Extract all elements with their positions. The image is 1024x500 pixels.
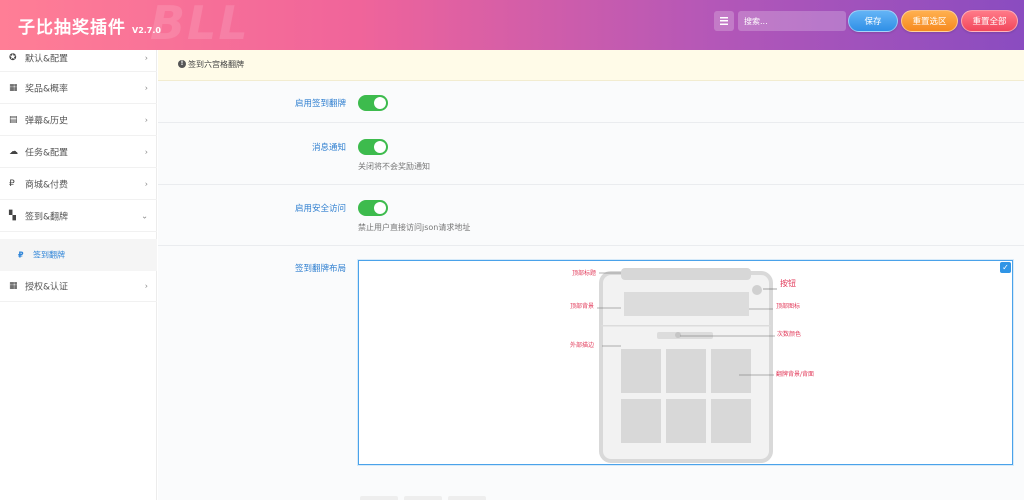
app-version: V2.7.0 — [132, 26, 161, 35]
chevron-right-icon: › — [144, 53, 148, 63]
ruble-icon: ₽ — [9, 178, 15, 189]
reset-all-button[interactable]: 重置全部 — [961, 10, 1018, 32]
sidebar-item-shop[interactable]: ₽ 商城&付费 › — [0, 168, 157, 200]
chevron-down-icon: ⌄ — [141, 211, 148, 220]
sidebar-item-checkin[interactable]: ▚ 签到&翻牌 ⌄ — [0, 200, 157, 232]
field-row-safe-access: 启用安全访问 禁止用户直接访问json请求地址 — [158, 185, 1024, 246]
layout-option-selected[interactable]: ✓ 顶部标题 顶部背景 外部描边 按钮 顶部图标 次数颜色 翻牌背景/背面 — [358, 260, 1013, 465]
enable-flip-toggle[interactable] — [358, 95, 388, 111]
save-button[interactable]: 保存 — [848, 10, 898, 32]
safe-access-toggle[interactable] — [358, 200, 388, 216]
cloud-icon: ☁ — [9, 146, 18, 157]
field-label: 签到翻牌布局 — [294, 264, 346, 274]
top-header: BLL 子比抽奖插件 V2.7.0 保存 重置选区 重置全部 — [0, 0, 1024, 50]
partial-option — [360, 496, 398, 500]
settings-icon: ✪ — [9, 53, 17, 63]
sidebar-item-license[interactable]: ▦ 授权&认证 › — [0, 270, 157, 302]
calendar-icon: ▦ — [9, 82, 18, 93]
menu-toggle-icon[interactable] — [714, 11, 734, 31]
layout-preview-image — [597, 268, 777, 463]
sidebar-item-default[interactable]: ✪ 默认&配置 › — [0, 45, 157, 72]
partial-option — [448, 496, 486, 500]
annotation-button: 按钮 — [780, 279, 796, 288]
sidebar-item-label: 商城&付费 — [25, 180, 69, 190]
calendar-icon: ▦ — [9, 280, 18, 291]
app-title: 子比抽奖插件 V2.7.0 — [18, 13, 161, 38]
field-description: 关闭将不会奖励通知 — [358, 162, 430, 171]
annotation-top-bg: 顶部背景 — [570, 303, 595, 310]
search-input[interactable] — [738, 11, 846, 31]
info-icon: ! — [178, 60, 186, 68]
annotation-outer-border: 外部描边 — [570, 342, 595, 349]
chevron-right-icon: › — [144, 115, 148, 124]
annotation-top-title: 顶部标题 — [572, 270, 597, 277]
chevron-right-icon: › — [144, 83, 148, 92]
annotation-times-color: 次数颜色 — [777, 331, 802, 338]
partial-option — [404, 496, 442, 500]
sidebar-item-prizes[interactable]: ▦ 奖品&概率 › — [0, 72, 157, 104]
sidebar-item-label: 授权&认证 — [25, 282, 69, 292]
notice-text: 签到六宫格翻牌 — [188, 60, 244, 69]
notify-toggle[interactable] — [358, 139, 388, 155]
field-label: 启用安全访问 — [294, 204, 346, 214]
sidebar-item-label: 奖品&概率 — [25, 84, 69, 94]
chevron-right-icon: › — [144, 147, 148, 156]
field-description: 禁止用户直接访问json请求地址 — [358, 223, 471, 232]
map-icon: ▤ — [9, 114, 18, 125]
sidebar-subitem-checkin-flip[interactable]: ₽ 签到翻牌 — [0, 239, 157, 271]
app-title-text: 子比抽奖插件 — [18, 18, 126, 38]
sidebar-item-label: 签到&翻牌 — [25, 212, 69, 222]
field-row-enable-flip: 启用签到翻牌 — [158, 81, 1024, 123]
sidebar: ✪ 默认&配置 › ▦ 奖品&概率 › ▤ 弹幕&历史 › ☁ 任务&配置 › … — [0, 50, 157, 500]
sidebar-item-label: 任务&配置 — [25, 148, 69, 158]
checkerboard-icon: ▚ — [9, 210, 16, 221]
sidebar-subitem-label: 签到翻牌 — [33, 250, 65, 260]
sidebar-item-label: 默认&配置 — [25, 54, 69, 65]
annotation-bottom-sticker: 顶部图标 — [776, 303, 801, 310]
header-watermark: BLL — [150, 0, 250, 50]
sidebar-item-tasks[interactable]: ☁ 任务&配置 › — [0, 136, 157, 168]
ruble-icon: ₽ — [18, 250, 24, 260]
field-row-notify: 消息通知 关闭将不会奖励通知 — [158, 123, 1024, 185]
sidebar-item-danmaku[interactable]: ▤ 弹幕&历史 › — [0, 104, 157, 136]
annotation-card: 翻牌背景/背面 — [776, 371, 815, 378]
sidebar-item-label: 弹幕&历史 — [25, 116, 69, 126]
reset-selected-button[interactable]: 重置选区 — [901, 10, 958, 32]
field-label: 消息通知 — [311, 143, 346, 153]
section-notice: ! 签到六宫格翻牌 — [158, 50, 1024, 81]
chevron-right-icon: › — [144, 281, 148, 290]
chevron-right-icon: › — [144, 179, 148, 188]
field-label: 启用签到翻牌 — [294, 99, 346, 109]
